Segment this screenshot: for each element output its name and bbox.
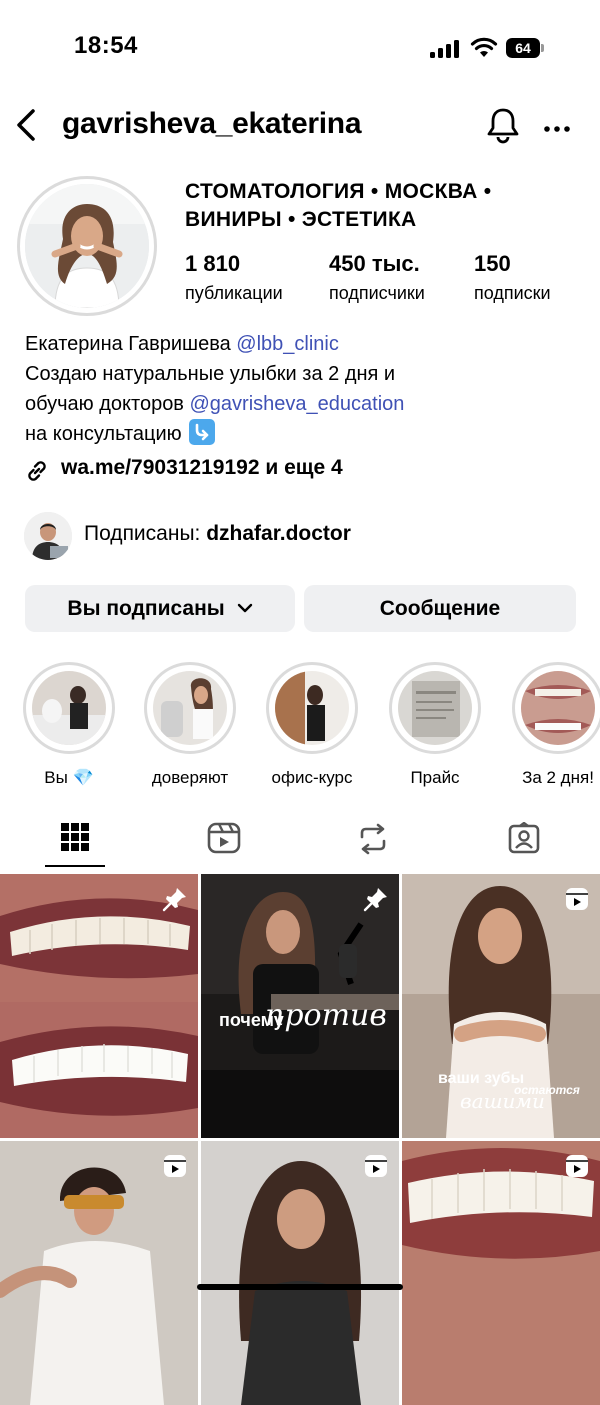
reels-icon (363, 1153, 389, 1184)
repost-icon (360, 823, 386, 855)
stat-followers-label: подписчики (329, 283, 425, 303)
link-icon (24, 458, 50, 489)
bio-line-2: Создаю натуральные улыбки за 2 дня и (25, 363, 396, 385)
post-dental-procedure[interactable] (0, 1141, 198, 1405)
reels-tab[interactable] (207, 822, 241, 859)
battery-tip (541, 44, 544, 52)
following-button-label: Вы подписаны (67, 597, 225, 620)
chevron-down-icon (237, 603, 252, 613)
category-line-2: ВИНИРЫ • ЭСТЕТИКА (185, 208, 417, 231)
tagged-icon (508, 821, 540, 854)
highlight-label: За 2 дня! (522, 768, 594, 787)
arrow-down-right-icon (189, 419, 216, 445)
stat-posts[interactable]: 1 810 публикации (185, 251, 283, 304)
profile-category: СТОМАТОЛОГИЯ • МОСКВА • ВИНИРЫ • ЭСТЕТИК… (185, 178, 491, 234)
highlight-label: Вы 💎 (44, 768, 94, 787)
stat-posts-label: публикации (185, 283, 283, 303)
highlight-ring (23, 662, 115, 754)
category-line-1: СТОМАТОЛОГИЯ • МОСКВА • (185, 180, 492, 203)
post-podcast-pochemu-protiv[interactable]: почему против (201, 874, 399, 1138)
reels-icon (564, 886, 590, 917)
back-arrow-icon[interactable] (14, 108, 38, 147)
stat-followers[interactable]: 450 тыс. подписчики (329, 251, 425, 304)
active-tab-indicator (45, 865, 105, 867)
bio-name: Екатерина Гавришева (25, 333, 231, 355)
profile-username: gavrisheva_ekaterina (62, 107, 362, 140)
grid-icon (61, 823, 89, 851)
highlight-label: офис-курс (271, 768, 353, 787)
highlight-cover (275, 671, 349, 745)
tagged-tab[interactable] (508, 821, 540, 859)
bio-mention-education[interactable]: @gavrisheva_education (190, 393, 405, 415)
reels-icon (207, 822, 241, 854)
highlight-za-2-dnya[interactable]: За 2 дня! (510, 662, 600, 788)
followed-by-prefix: Подписаны: (84, 522, 201, 545)
stat-followers-value: 450 тыс. (329, 251, 420, 276)
bio-mention-clinic[interactable]: @lbb_clinic (236, 333, 339, 355)
reposts-tab[interactable] (358, 822, 388, 861)
grid-tab[interactable] (60, 822, 90, 857)
highlight-label: Прайс (410, 768, 460, 787)
status-time: 18:54 (74, 32, 138, 59)
notifications-bell-icon[interactable] (486, 106, 520, 149)
highlight-cover (153, 671, 227, 745)
highlight-doveryayut[interactable]: доверяют (142, 662, 238, 788)
highlight-ring (512, 662, 600, 754)
highlight-vy[interactable]: Вы 💎 (21, 662, 117, 788)
pinned-icon (363, 886, 389, 917)
post-vashi-zuby[interactable]: ваши зубы остаются вашими (402, 874, 600, 1138)
post-overlay-vashi-zuby: ваши зубы (438, 1070, 525, 1087)
highlight-ofis-kurs[interactable]: офис-курс (264, 662, 360, 788)
highlight-cover (398, 671, 472, 745)
bio-line-4: на консультацию (25, 423, 182, 445)
followed-by-username[interactable]: dzhafar.doctor (206, 522, 351, 545)
post-teeth-before-after[interactable] (0, 874, 198, 1138)
reels-icon (564, 1153, 590, 1184)
stat-posts-value: 1 810 (185, 251, 241, 276)
highlight-ring (266, 662, 358, 754)
home-indicator[interactable] (197, 1284, 403, 1290)
highlight-label: доверяют (151, 768, 229, 787)
highlight-ring (389, 662, 481, 754)
highlight-prays[interactable]: Прайс (387, 662, 483, 788)
profile-avatar[interactable] (25, 184, 149, 308)
profile-bio: Екатерина Гавришева @lbb_clinic Создаю н… (25, 329, 585, 449)
profile-link[interactable]: wa.me/79031219192 и еще 4 (61, 456, 343, 480)
stat-following[interactable]: 150 подписки (474, 251, 551, 304)
following-button[interactable]: Вы подписаны (25, 585, 295, 632)
post-overlay-protiv: против (265, 998, 387, 1033)
message-button[interactable]: Сообщение (304, 585, 576, 632)
cellular-signal-icon (430, 38, 460, 58)
bio-line-3: обучаю докторов (25, 393, 184, 415)
followed-by-text[interactable]: Подписаны: dzhafar.doctor (84, 522, 351, 546)
post-portrait[interactable] (201, 1141, 399, 1405)
battery-icon: 64 (506, 38, 540, 58)
stat-following-value: 150 (474, 251, 511, 276)
wifi-icon (470, 36, 498, 63)
followed-by-avatar[interactable] (24, 512, 72, 560)
highlight-cover (32, 671, 106, 745)
post-smile-closeup[interactable] (402, 1141, 600, 1405)
reels-icon (162, 1153, 188, 1184)
stat-following-label: подписки (474, 283, 551, 303)
post-overlay-vashimi: вашими (460, 1089, 545, 1113)
highlight-ring (144, 662, 236, 754)
highlight-cover (521, 671, 595, 745)
pinned-icon (162, 886, 188, 917)
more-options-icon[interactable] (543, 120, 571, 138)
